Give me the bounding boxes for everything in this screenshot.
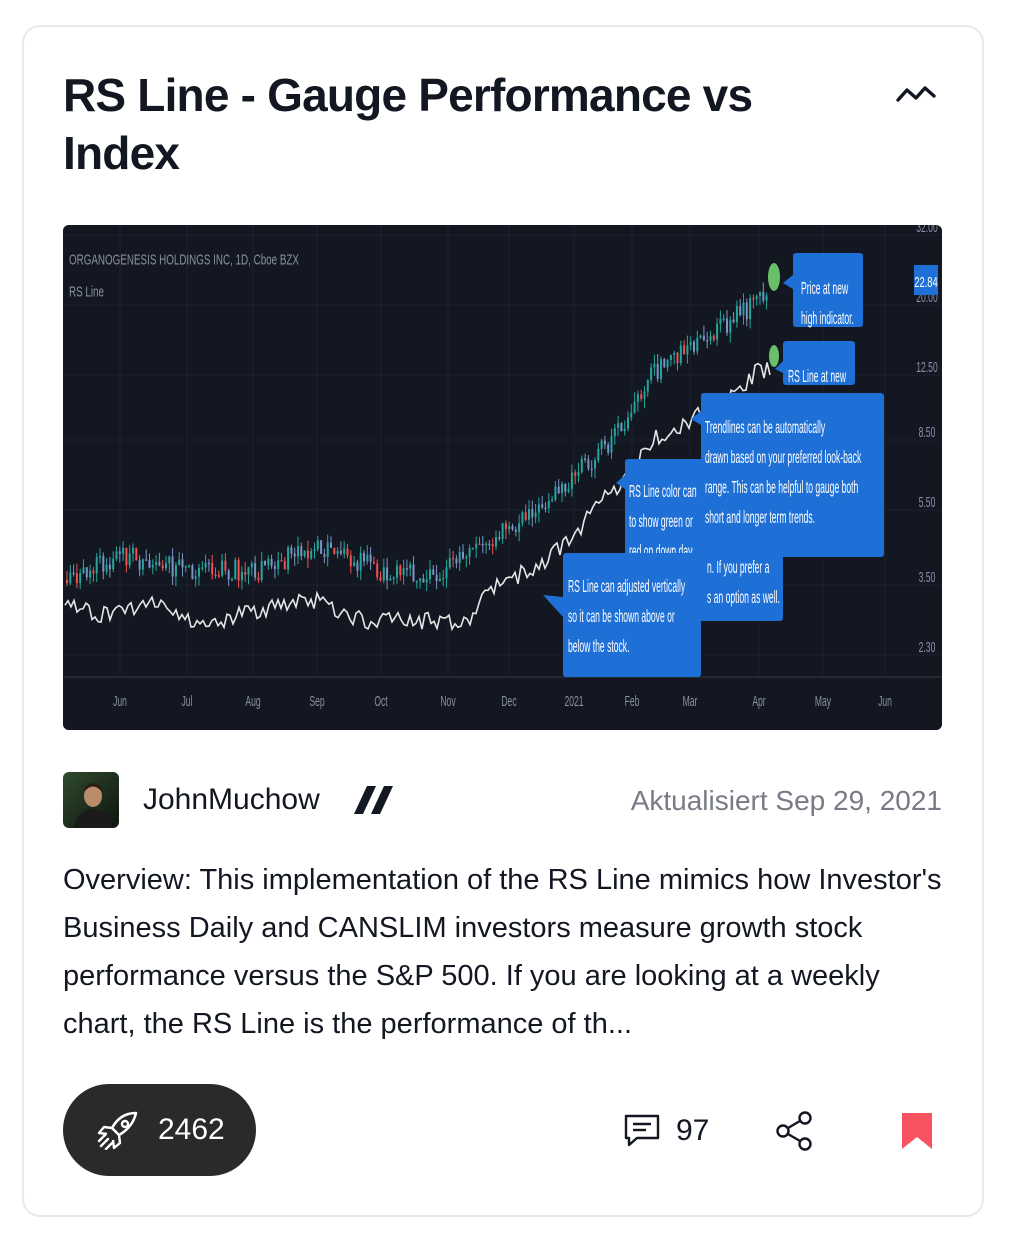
author-avatar[interactable] (63, 772, 119, 828)
svg-text:Price at new: Price at new (801, 277, 849, 297)
svg-text:Trendlines can be automaticall: Trendlines can be automatically (705, 416, 825, 436)
callout-price-high: Price at new high indicator. (783, 253, 863, 328)
boost-button[interactable]: 2462 (63, 1084, 256, 1176)
comment-count: 97 (676, 1114, 710, 1147)
y-axis-tick: 5.50 (919, 495, 936, 511)
chart-preview-image[interactable]: Jun Jul Aug Sep Oct Nov Dec 2021 Feb Mar Apr May Jun… (63, 225, 942, 730)
idea-title[interactable]: RS Line - Gauge Performance vs Index (63, 66, 823, 182)
svg-text:RS Line can adjusted verticall: RS Line can adjusted vertically (568, 575, 685, 595)
boost-count: 2462 (158, 1113, 225, 1146)
x-axis-tick: Feb (625, 694, 640, 710)
y-axis-tick: 32.00 (916, 225, 938, 236)
svg-text:n. If you prefer a: n. If you prefer a (707, 556, 770, 576)
bookmark-icon[interactable] (900, 1112, 934, 1150)
x-axis-tick: Mar (683, 694, 698, 710)
x-axis-tick: Jun (878, 694, 892, 710)
svg-text:s an option as well.: s an option as well. (707, 586, 780, 606)
svg-text:to show green or: to show green or (629, 510, 693, 530)
x-axis-tick: Nov (440, 694, 455, 710)
callout-vertical: RS Line can adjusted vertically so it can… (543, 553, 701, 677)
callout-trendlines: Trendlines can be automatically drawn bas… (691, 393, 884, 557)
x-axis-tick: May (815, 694, 831, 710)
chart-symbol-label: ORGANOGENESIS HOLDINGS INC, 1D, Cboe BZX (69, 251, 299, 268)
price-tag: 22.84 (914, 265, 938, 295)
y-axis-tick: 2.30 (919, 640, 936, 656)
svg-text:high indicator.: high indicator. (801, 307, 854, 327)
svg-text:short and longer term trends.: short and longer term trends. (705, 506, 815, 526)
svg-text:range. This can be helpful to: range. This can be helpful to gauge both (705, 476, 858, 496)
author-row: JohnMuchow Aktualisiert Sep 29, 2021 (63, 772, 942, 828)
author-name[interactable]: JohnMuchow (143, 781, 320, 819)
comment-icon (624, 1114, 660, 1147)
svg-text:RS Line at new: RS Line at new (788, 365, 847, 385)
x-axis-tick: 2021 (564, 694, 583, 710)
new-high-marker (769, 345, 779, 367)
y-axis-tick: 8.50 (919, 425, 936, 441)
chart-indicator-label: RS Line (69, 283, 104, 300)
x-axis-tick: Jun (113, 694, 127, 710)
x-axis-tick: Oct (374, 694, 388, 710)
y-axis-tick: 3.50 (919, 570, 936, 586)
share-icon[interactable] (774, 1110, 816, 1152)
line-chart-icon[interactable] (893, 74, 939, 114)
svg-text:drawn based on your preferred: drawn based on your preferred look-back (705, 446, 862, 466)
x-axis-tick: Aug (245, 694, 260, 710)
pro-badge-icon (354, 786, 393, 814)
rocket-icon (97, 1111, 138, 1150)
updated-date: Aktualisiert Sep 29, 2021 (630, 785, 942, 816)
svg-text:so it can be shown above or: so it can be shown above or (568, 605, 675, 625)
idea-description[interactable]: Overview: This implementation of the RS … (63, 856, 943, 1048)
new-high-marker (768, 263, 780, 291)
callout-rs-high: RS Line at new (775, 341, 855, 386)
x-axis-tick: Dec (501, 694, 516, 710)
y-axis-tick: 12.50 (916, 360, 938, 376)
svg-text:RS Line color can: RS Line color can (629, 480, 697, 500)
x-axis-tick: Apr (752, 694, 765, 710)
x-axis-tick: Jul (182, 694, 193, 710)
x-axis-tick: Sep (309, 694, 325, 710)
comments-button[interactable]: 97 (622, 1108, 722, 1156)
svg-text:below the stock.: below the stock. (568, 635, 629, 655)
svg-text:22.84: 22.84 (914, 274, 938, 291)
